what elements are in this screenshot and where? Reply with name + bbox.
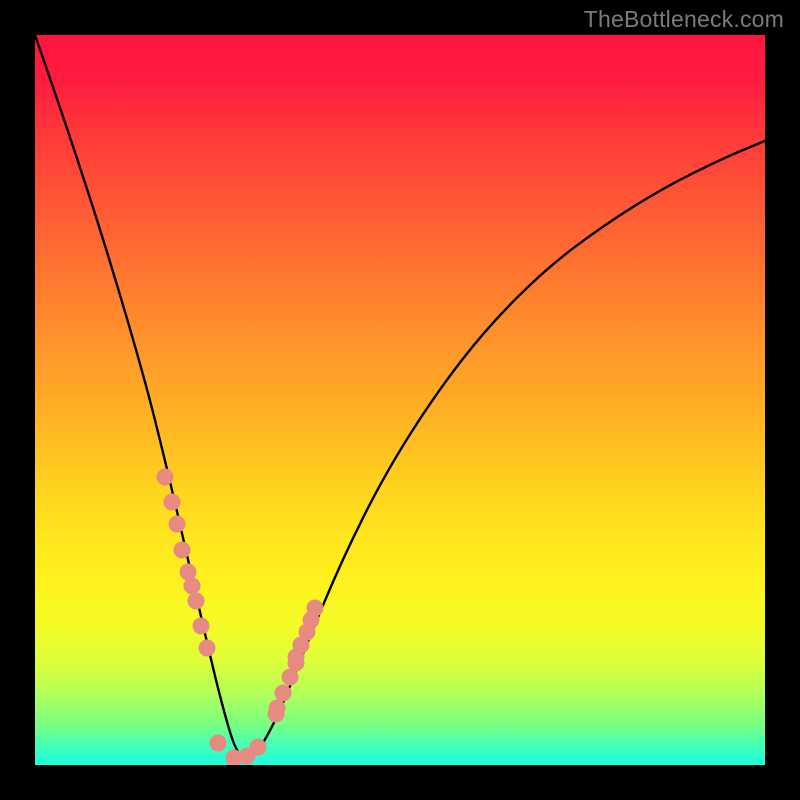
sample-dot [281, 669, 298, 686]
sample-dot [174, 541, 191, 558]
sample-dot [193, 618, 210, 635]
outer-frame: TheBottleneck.com [0, 0, 800, 800]
sample-dot [209, 735, 226, 752]
plot-area [35, 35, 765, 765]
watermark-text: TheBottleneck.com [584, 6, 784, 33]
sample-dot [163, 494, 180, 511]
sample-dot [168, 516, 185, 533]
sample-dot [156, 468, 173, 485]
sample-dot [187, 592, 204, 609]
sample-dot [249, 738, 266, 755]
sample-dot [275, 685, 292, 702]
sample-dot [307, 600, 324, 617]
bottleneck-curve [35, 35, 765, 758]
sample-dot [269, 700, 286, 717]
sample-dot [199, 640, 216, 657]
curve-svg [35, 35, 765, 765]
